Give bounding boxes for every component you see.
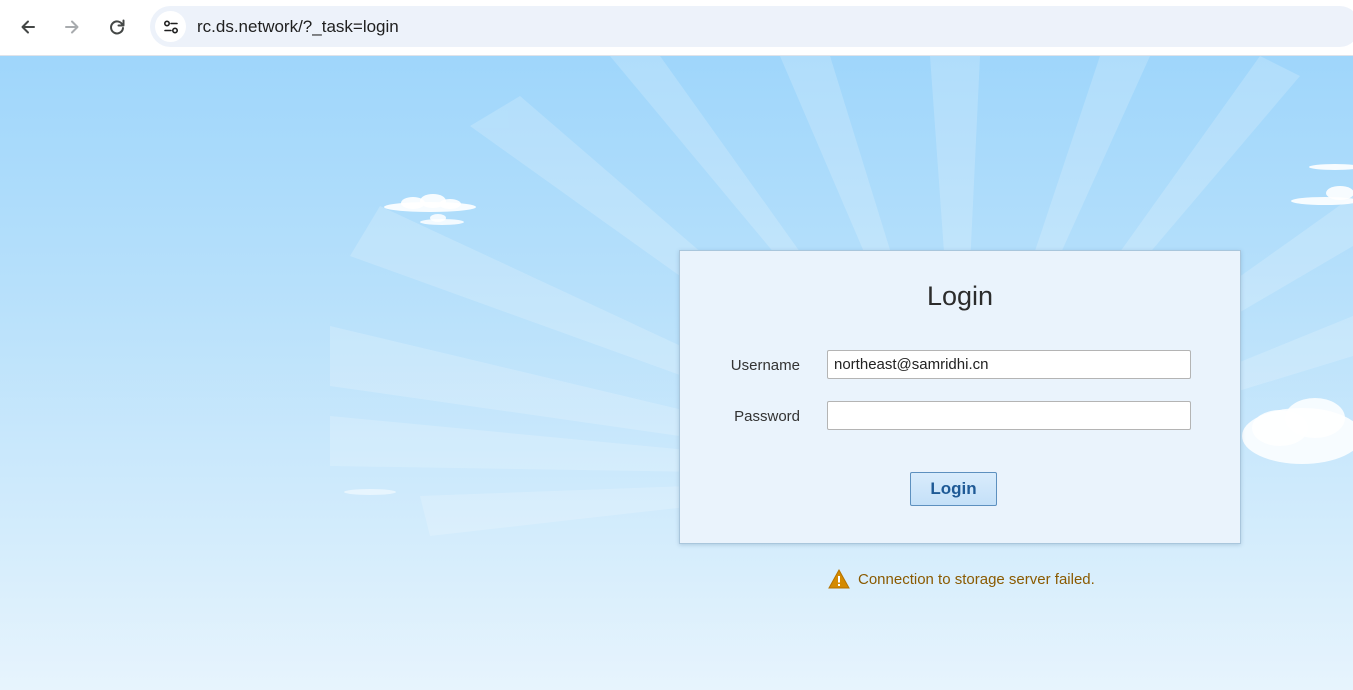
- login-form: Login Username Password Login: [679, 250, 1241, 544]
- error-text: Connection to storage server failed.: [858, 570, 1095, 588]
- address-bar[interactable]: rc.ds.network/?_task=login: [150, 6, 1353, 47]
- reload-button[interactable]: [100, 10, 134, 44]
- error-message: Connection to storage server failed.: [828, 568, 1095, 590]
- url-text[interactable]: rc.ds.network/?_task=login: [197, 17, 399, 37]
- site-info-button[interactable]: [155, 11, 186, 42]
- warning-icon: [828, 569, 850, 589]
- password-input[interactable]: [827, 401, 1191, 430]
- login-title: Login: [926, 281, 994, 311]
- forward-button[interactable]: [55, 10, 89, 44]
- username-label: Username: [730, 357, 800, 374]
- password-label: Password: [734, 408, 800, 425]
- back-button[interactable]: [11, 10, 45, 44]
- page-background: Login Username Password Login Connection…: [0, 56, 1353, 690]
- username-input[interactable]: [827, 350, 1191, 379]
- arrow-right-icon: [65, 20, 79, 34]
- browser-toolbar: rc.ds.network/?_task=login: [0, 0, 1353, 56]
- tune-icon: [163, 19, 178, 34]
- login-button[interactable]: Login: [910, 472, 997, 506]
- arrow-left-icon: [21, 20, 35, 34]
- reload-icon: [110, 19, 125, 35]
